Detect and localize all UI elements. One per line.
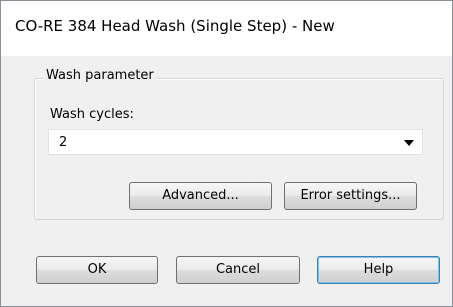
title-bar[interactable]: CO-RE 384 Head Wash (Single Step) - New [1,1,452,56]
cancel-button[interactable]: Cancel [176,256,300,284]
ok-button[interactable]: OK [36,256,158,284]
chevron-down-icon[interactable] [404,140,414,146]
dialog-body: Wash parameter Wash cycles: 2 Advanced..… [1,56,452,306]
advanced-button[interactable]: Advanced... [129,182,272,210]
wash-cycles-value: 2 [59,135,68,150]
wash-cycles-dropdown[interactable]: 2 [48,129,423,155]
wash-parameter-group-label: Wash parameter [43,68,157,83]
error-settings-button[interactable]: Error settings... [284,182,417,210]
wash-cycles-label: Wash cycles: [50,107,134,122]
dialog-window: CO-RE 384 Head Wash (Single Step) - New … [0,0,453,307]
window-title: CO-RE 384 Head Wash (Single Step) - New [15,17,335,35]
help-button[interactable]: Help [317,256,440,284]
